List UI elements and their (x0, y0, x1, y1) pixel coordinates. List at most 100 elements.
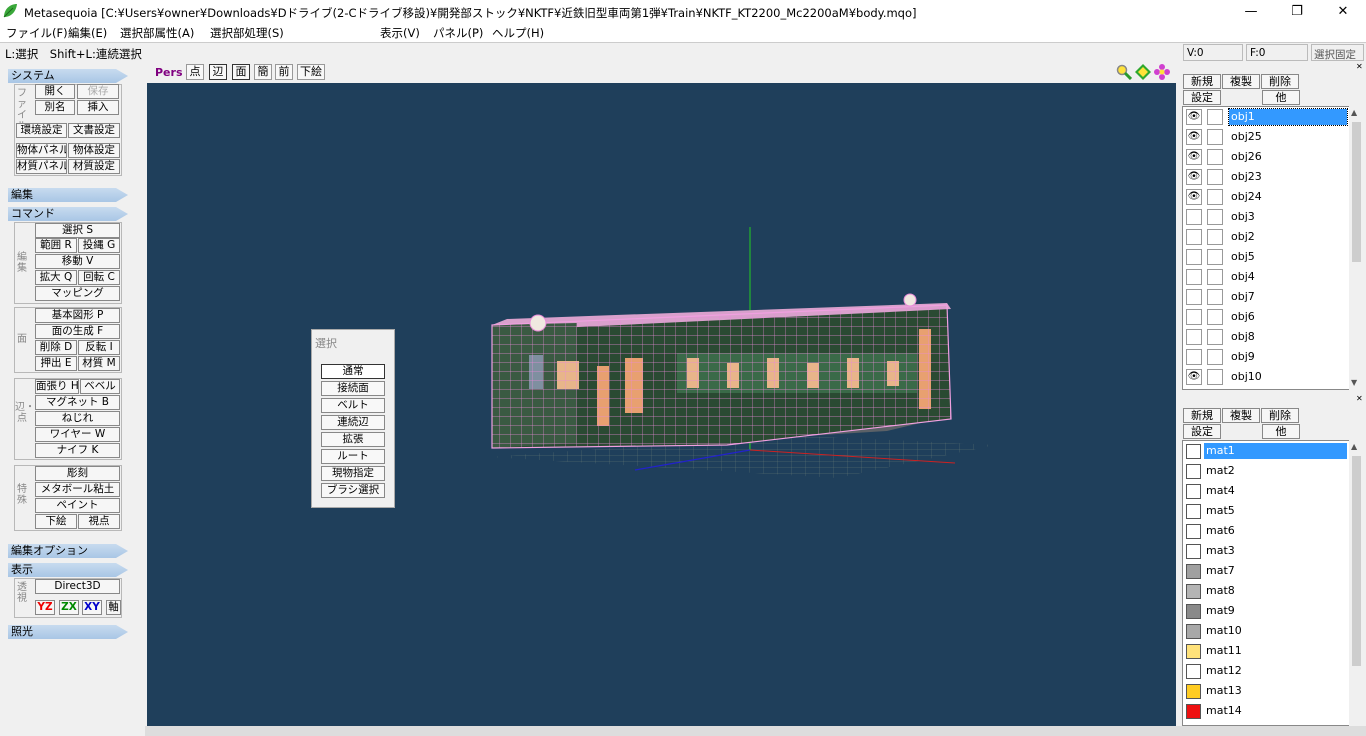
minimize-button[interactable]: — (1228, 0, 1274, 23)
menu-panel[interactable]: パネル(P) (433, 25, 483, 41)
material-name[interactable]: mat12 (1204, 663, 1347, 679)
menu-file[interactable]: ファイル(F) (6, 25, 68, 41)
material-name[interactable]: mat9 (1204, 603, 1347, 619)
simple-mode-button[interactable]: 簡 (254, 64, 272, 80)
object-row[interactable]: 👁 obj24 (1183, 187, 1349, 207)
select-button[interactable]: 選択 S (35, 223, 120, 238)
material-row[interactable]: mat1 (1183, 441, 1349, 461)
hidden-toggle[interactable] (1186, 309, 1202, 325)
select-route-button[interactable]: ルート (321, 449, 385, 464)
material-panel-close-icon[interactable]: ✕ (1356, 394, 1363, 403)
object-row[interactable]: obj8 (1183, 327, 1349, 347)
open-button[interactable]: 開く (35, 84, 75, 99)
sculpt-button[interactable]: 彫刻 (35, 466, 120, 481)
menu-help[interactable]: ヘルプ(H) (492, 25, 544, 41)
perspective-toggle[interactable]: Pers (155, 66, 183, 79)
doc-settings-button[interactable]: 文書設定 (68, 123, 120, 138)
material-name[interactable]: mat5 (1204, 503, 1347, 519)
object-name[interactable]: obj26 (1229, 149, 1347, 165)
lock-toggle[interactable] (1207, 369, 1223, 385)
object-name[interactable]: obj10 (1229, 369, 1347, 385)
hidden-toggle[interactable] (1186, 349, 1202, 365)
lock-toggle[interactable] (1207, 309, 1223, 325)
select-connected-button[interactable]: 接続面 (321, 381, 385, 396)
section-edit[interactable]: 編集 (8, 188, 128, 202)
material-name[interactable]: mat6 (1204, 523, 1347, 539)
lock-toggle[interactable] (1207, 169, 1223, 185)
eye-icon[interactable]: 👁 (1186, 129, 1202, 145)
rotate-view-icon[interactable] (1154, 64, 1170, 80)
lock-toggle[interactable] (1207, 269, 1223, 285)
object-delete-button[interactable]: 削除 (1261, 74, 1299, 89)
lasso-button[interactable]: 投縄 G (78, 238, 120, 253)
material-name[interactable]: mat8 (1204, 583, 1347, 599)
move-button[interactable]: 移動 V (35, 254, 120, 269)
eye-icon[interactable]: 👁 (1186, 169, 1202, 185)
material-row[interactable]: mat6 (1183, 521, 1349, 541)
object-row[interactable]: obj3 (1183, 207, 1349, 227)
viewpoint-button[interactable]: 視点 (78, 514, 120, 529)
maximize-button[interactable]: ❐ (1274, 0, 1320, 23)
object-row[interactable]: obj9 (1183, 347, 1349, 367)
extrude-button[interactable]: 押出 E (35, 356, 77, 371)
yz-view-button[interactable]: YZ (35, 600, 55, 615)
lock-toggle[interactable] (1207, 329, 1223, 345)
metaball-button[interactable]: メタボール粘土 (35, 482, 120, 497)
object-new-button[interactable]: 新規 (1183, 74, 1221, 89)
material-name[interactable]: mat11 (1204, 643, 1347, 659)
pan-icon[interactable] (1135, 64, 1151, 80)
hidden-toggle[interactable] (1186, 289, 1202, 305)
close-button[interactable]: ✕ (1320, 0, 1366, 23)
primitive-button[interactable]: 基本図形 P (35, 308, 120, 323)
material-row[interactable]: mat8 (1183, 581, 1349, 601)
menu-edit[interactable]: 編集(E) (68, 25, 107, 41)
zoom-icon[interactable] (1116, 64, 1132, 80)
material-row[interactable]: mat14 (1183, 701, 1349, 721)
object-panel-close-icon[interactable]: ✕ (1356, 62, 1363, 71)
scroll-thumb[interactable] (1352, 122, 1361, 262)
object-list-scrollbar[interactable]: ▲ ▼ (1349, 106, 1364, 390)
delete-button[interactable]: 削除 D (35, 340, 77, 355)
material-other-button[interactable]: 他 (1262, 424, 1300, 439)
lock-toggle[interactable] (1207, 289, 1223, 305)
hidden-toggle[interactable] (1186, 209, 1202, 225)
menu-selection-process[interactable]: 選択部処理(S) (210, 25, 284, 41)
section-display[interactable]: 表示 (8, 563, 128, 577)
object-name[interactable]: obj2 (1229, 229, 1347, 245)
object-name[interactable]: obj3 (1229, 209, 1347, 225)
select-brush-button[interactable]: ブラシ選択 (321, 483, 385, 498)
section-system[interactable]: システム (8, 69, 128, 83)
object-name[interactable]: obj1 (1228, 108, 1348, 126)
select-fixed-button[interactable]: 選択固定 (1311, 44, 1364, 61)
object-row[interactable]: obj6 (1183, 307, 1349, 327)
object-name[interactable]: obj24 (1229, 189, 1347, 205)
material-name[interactable]: mat13 (1204, 683, 1347, 699)
material-delete-button[interactable]: 削除 (1261, 408, 1299, 423)
object-row[interactable]: obj5 (1183, 247, 1349, 267)
lock-toggle[interactable] (1207, 209, 1223, 225)
object-other-button[interactable]: 他 (1262, 90, 1300, 105)
twist-button[interactable]: ねじれ (35, 411, 120, 426)
material-name[interactable]: mat2 (1204, 463, 1347, 479)
material-row[interactable]: mat10 (1183, 621, 1349, 641)
bevel-button[interactable]: ベベル (80, 379, 120, 394)
material-row[interactable]: mat4 (1183, 481, 1349, 501)
section-command[interactable]: コマンド (8, 207, 128, 221)
object-name[interactable]: obj25 (1229, 129, 1347, 145)
object-row[interactable]: 👁 obj26 (1183, 147, 1349, 167)
material-copy-button[interactable]: 複製 (1222, 408, 1260, 423)
magnet-button[interactable]: マグネット B (35, 395, 120, 410)
material-row[interactable]: mat12 (1183, 661, 1349, 681)
range-button[interactable]: 範囲 R (35, 238, 77, 253)
knife-button[interactable]: ナイフ K (35, 443, 120, 458)
lock-toggle[interactable] (1207, 189, 1223, 205)
hidden-toggle[interactable] (1186, 269, 1202, 285)
lock-toggle[interactable] (1207, 149, 1223, 165)
section-lighting[interactable]: 照光 (8, 625, 128, 639)
face-stretch-button[interactable]: 面張り H (35, 379, 79, 394)
object-name[interactable]: obj4 (1229, 269, 1347, 285)
select-by-object-button[interactable]: 現物指定 (321, 466, 385, 481)
material-name[interactable]: mat3 (1204, 543, 1347, 559)
mat-scroll-up-icon[interactable]: ▲ (1351, 442, 1357, 451)
eye-icon[interactable]: 👁 (1186, 109, 1202, 125)
